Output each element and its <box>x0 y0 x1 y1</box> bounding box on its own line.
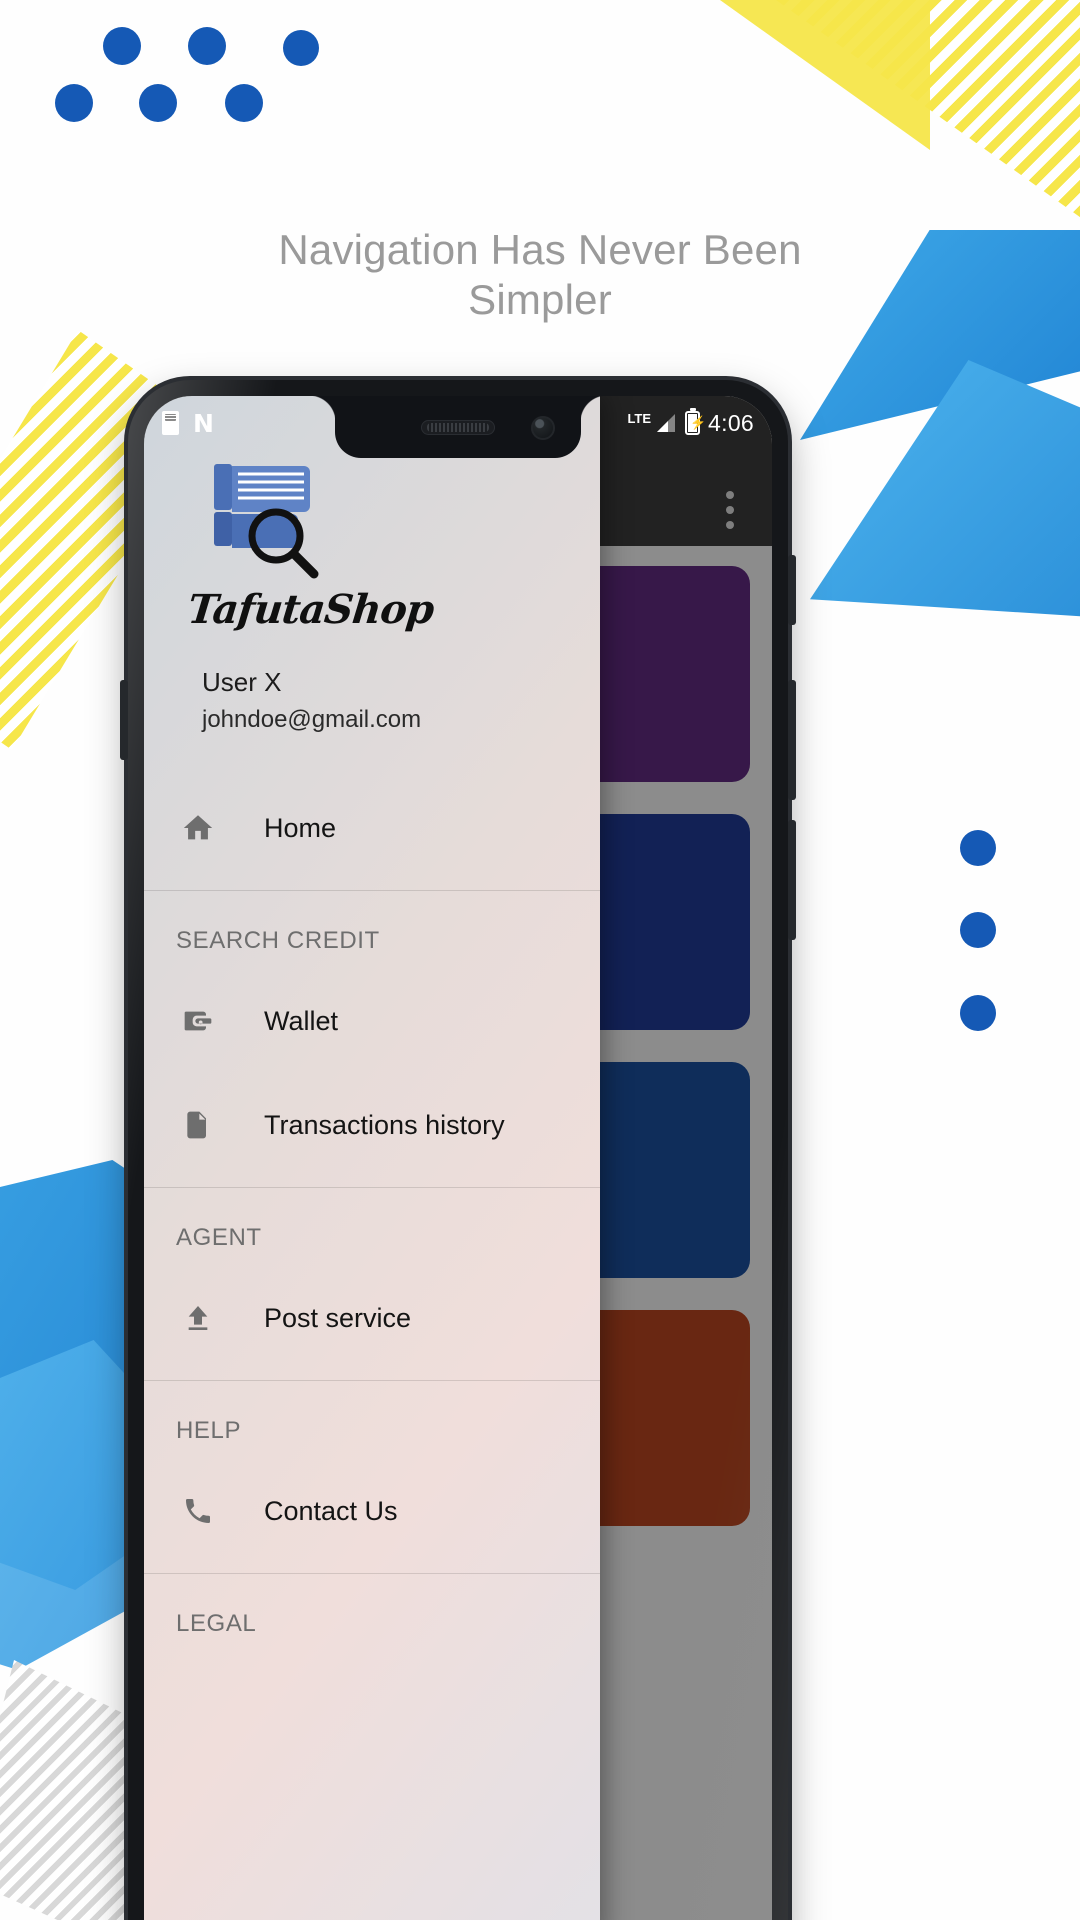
battery-charging-icon: ⚡ <box>685 408 706 435</box>
drawer-item-post-service[interactable]: Post service <box>144 1266 600 1370</box>
phone-right-button-2 <box>788 680 796 800</box>
brand-name: TafutaShop <box>185 586 436 633</box>
drawer-section-header: SEARCH CREDIT <box>176 927 380 954</box>
signal-bars-icon <box>655 413 677 433</box>
logo-glyph <box>214 464 319 579</box>
headline-line-1: Navigation Has Never Been <box>278 226 802 273</box>
home-icon <box>176 806 220 850</box>
drawer-item-label: Home <box>264 812 337 843</box>
phone-right-button-1 <box>788 555 796 625</box>
drawer-group-legal: LEGAL <box>144 1574 600 1662</box>
network-type-label: LTE <box>627 410 652 426</box>
drawer-item-label: Post service <box>264 1302 412 1333</box>
headline-line-2: Simpler <box>468 275 612 323</box>
book-search-logo <box>196 454 346 584</box>
status-bar-right: LTE ⚡ 4:06 <box>627 408 754 437</box>
upload-icon <box>176 1296 220 1340</box>
user-name: User X <box>202 667 282 697</box>
phone-left-button <box>120 680 128 760</box>
drawer-group-agent: AGENT Post service <box>144 1188 600 1380</box>
document-icon <box>176 1103 220 1147</box>
drawer-item-wallet[interactable]: Wallet <box>144 969 600 1073</box>
dot-column-right <box>960 830 1020 1260</box>
drawer-item-label: Transactions history <box>264 1109 505 1140</box>
phone-notch <box>309 396 607 458</box>
promo-headline: Navigation Has Never Been Simpler <box>0 225 1080 324</box>
status-bar-left: N <box>162 411 214 436</box>
drawer-item-label: Contact Us <box>264 1495 398 1526</box>
dot-grid-top-left <box>0 0 360 160</box>
user-email: johndoe@gmail.com <box>202 706 422 733</box>
yellow-solid-triangle-top-right <box>720 0 930 150</box>
blue-ribbon-right-lower <box>810 360 1080 620</box>
front-camera-icon <box>531 416 555 440</box>
nfc-icon: N <box>193 408 214 438</box>
drawer-section-header: LEGAL <box>176 1610 257 1637</box>
drawer-item-contact-us[interactable]: Contact Us <box>144 1459 600 1563</box>
drawer-item-label: Wallet <box>264 1005 339 1036</box>
wallet-icon <box>176 999 220 1043</box>
drawer-section-header: AGENT <box>176 1224 262 1251</box>
promo-screenshot: Navigation Has Never Been Simpler 🤝 <box>0 0 1080 1920</box>
phone-mockup: 🤝 🎓 🧮 📚 <box>120 380 796 1920</box>
yellow-striped-triangle-top-right <box>720 0 1080 260</box>
sim-card-icon <box>162 411 179 435</box>
drawer-group-search-credit: SEARCH CREDIT Wallet Transactions histor… <box>144 891 600 1187</box>
phone-right-button-3 <box>788 820 796 940</box>
navigation-drawer: TafutaShop User X johndoe@gmail.com Home <box>144 396 600 1920</box>
drawer-group-help: HELP Contact Us <box>144 1381 600 1573</box>
drawer-item-transactions-history[interactable]: Transactions history <box>144 1073 600 1177</box>
status-bar-clock: 4:06 <box>708 409 754 436</box>
drawer-section-header: HELP <box>176 1417 242 1444</box>
earpiece-speaker-icon <box>421 420 495 435</box>
drawer-group-main: Home <box>144 776 600 890</box>
phone-icon <box>176 1489 220 1533</box>
drawer-item-home[interactable]: Home <box>144 776 600 880</box>
phone-screen: 🤝 🎓 🧮 📚 <box>144 396 772 1920</box>
